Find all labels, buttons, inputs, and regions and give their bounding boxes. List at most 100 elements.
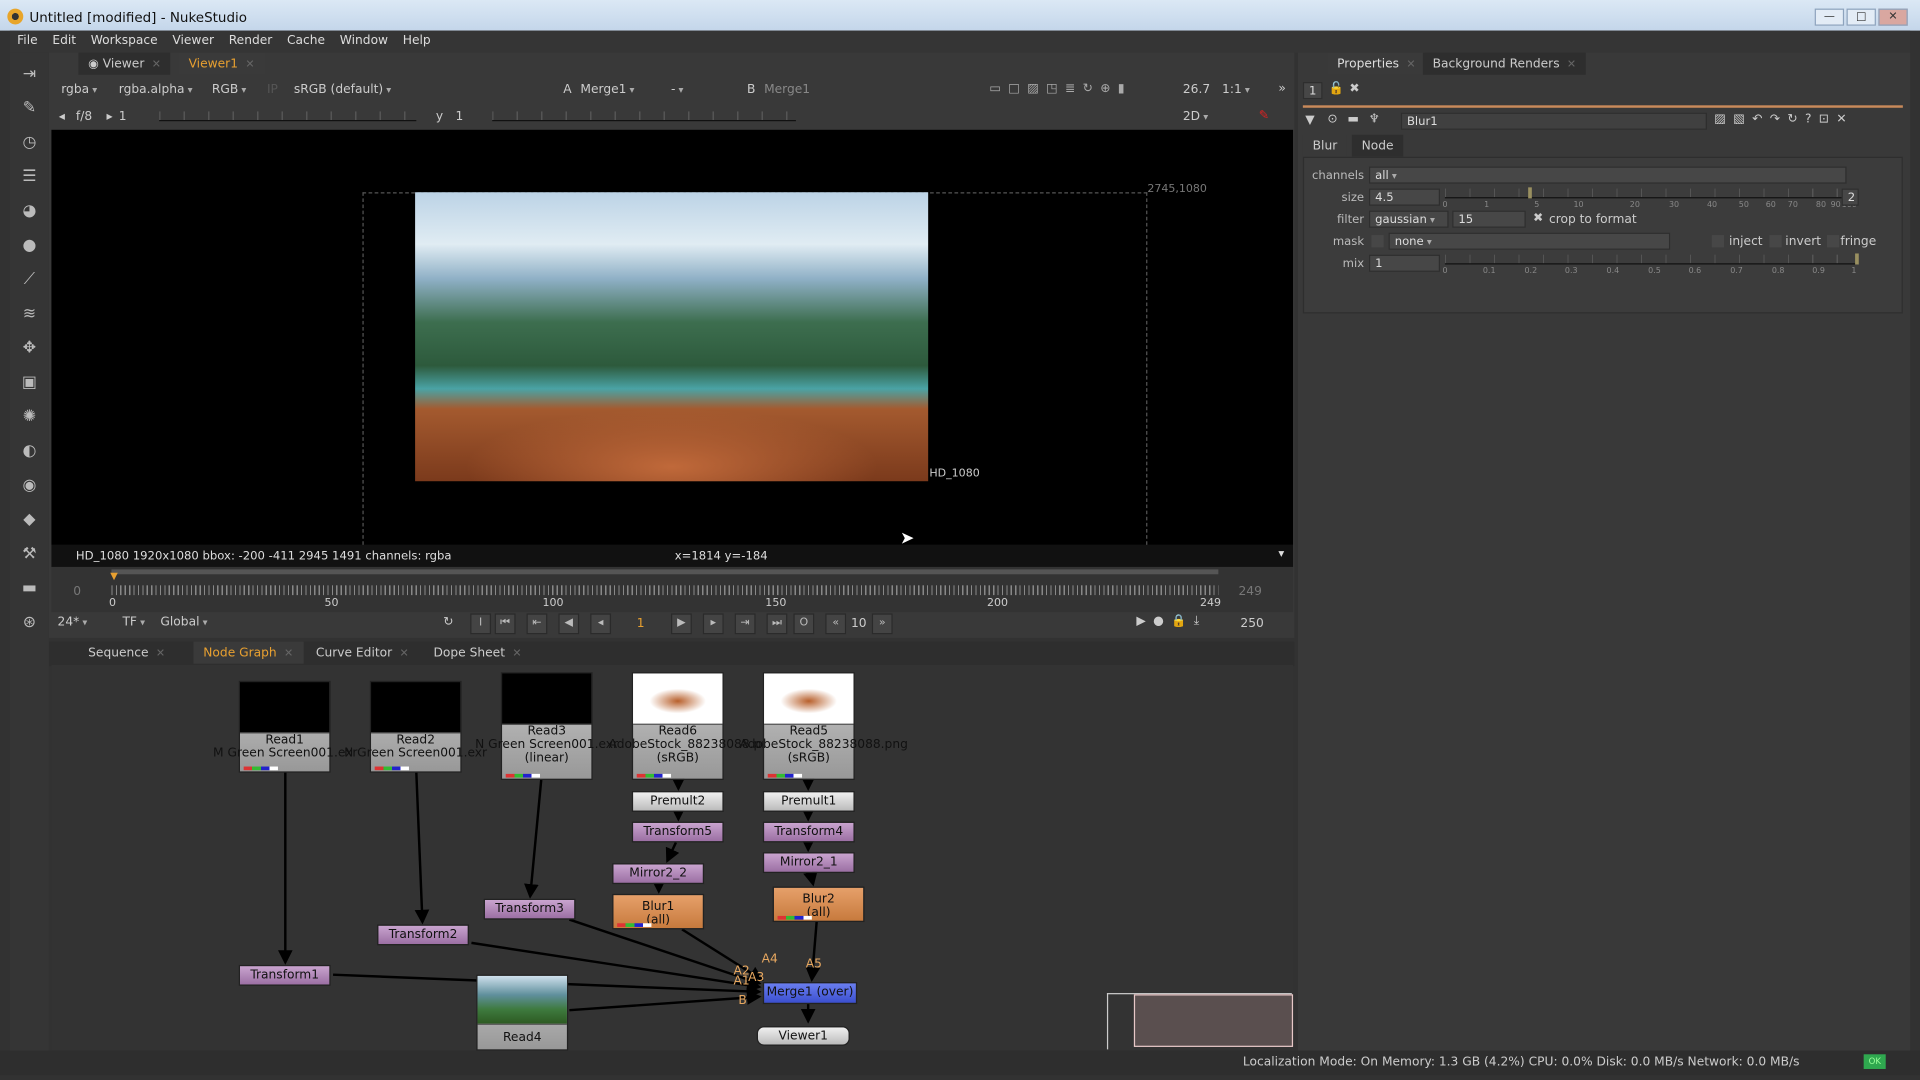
fringe-label: fringe [1840,235,1877,249]
mix-tick-label: 0.5 [1648,265,1661,276]
node-transform3[interactable]: Transform3 [483,898,576,920]
size-field[interactable]: 4.5 [1368,188,1441,206]
edge [524,779,543,899]
mix-slider[interactable] [1444,254,1857,265]
node-read5[interactable]: Read5 AdobeStock_88238088.png (sRGB) [740,672,908,781]
node-premult1[interactable]: Premult1 [762,791,855,812]
node-file: N Green Screen001.exr [475,738,619,752]
mix-field[interactable]: 1 [1368,254,1441,272]
tab-node[interactable]: Node [1351,134,1404,157]
node-name-field[interactable]: Blur1 [1400,112,1707,130]
node-premult2[interactable]: Premult2 [631,791,724,812]
mix-tick-label: 0.8 [1771,265,1785,276]
size-slider-handle[interactable] [1528,187,1532,199]
close-button[interactable]: ✕ [1878,8,1908,26]
tab-label: Properties [1337,57,1400,72]
input-label-b: B [738,994,747,1008]
size-tick-label: 30 [1668,199,1680,210]
mix-tick-label: 0.4 [1606,265,1620,276]
node-transform5[interactable]: Transform5 [631,821,724,843]
minimize-button[interactable]: — [1814,8,1845,26]
max-panels-field[interactable]: 1 [1302,82,1323,100]
size-tick-label: 5 [1534,199,1540,210]
node-read1[interactable]: Read1 M Green Screen001.exr [213,680,357,773]
tab-properties[interactable]: Properties ✕ [1327,52,1426,75]
size-tick-label: 70 [1787,199,1798,210]
node-merge1[interactable]: Merge1 (over) [762,982,858,1005]
filter-dropdown[interactable]: gaussian [1368,210,1449,228]
mask-checkbox[interactable] [1371,235,1384,248]
node-transform1[interactable]: Transform1 [238,964,331,986]
node-file: N Green Screen001.exr [344,746,488,761]
size-dims-button[interactable]: 2 [1841,188,1859,206]
node-file: M Green Screen001.exr [213,746,358,761]
channels-label: channels [1311,168,1365,183]
fringe-checkbox[interactable] [1826,235,1840,248]
edge [414,772,430,925]
node-header-icons[interactable]: ⊙▬♆ [1327,113,1389,126]
close-tab-icon[interactable]: ✕ [1406,59,1415,71]
inject-checkbox[interactable] [1711,235,1725,248]
size-tick-label: 10 [1573,199,1584,210]
clear-panels-icon[interactable]: ✖ [1349,82,1359,95]
mix-tick-label: 0.6 [1688,265,1702,276]
size-tick-label: 90 [1830,199,1841,210]
mix-tick-label: 0 [1442,265,1448,276]
size-tick-label: 1 [1484,199,1490,210]
edge [803,870,818,887]
close-tab-icon[interactable]: ✕ [1567,59,1576,71]
node-file: AdobeStock_88238088.png [739,738,908,752]
node-mirror2-2[interactable]: Mirror2_2 [612,863,705,885]
mix-slider-handle[interactable] [1855,253,1859,265]
lock-icon[interactable]: 🔓 [1329,82,1344,95]
tab-label: Background Renders [1432,57,1560,72]
edge [665,841,680,864]
mask-dropdown[interactable]: none [1388,232,1671,250]
node-label: Read4 [502,1031,542,1045]
node-read6[interactable]: Read6 AdobeStock_88238088.png (sRGB) [609,672,777,781]
node-label: Read5 [789,724,829,739]
node-thumbnail [371,682,461,734]
tab-blur[interactable]: Blur [1302,134,1348,157]
node-colorspace: (sRGB) [787,751,830,766]
node-label: Read6 [658,724,698,739]
minimap-viewport[interactable] [1133,994,1294,1047]
mix-tick-label: 0.9 [1812,265,1825,276]
status-text: Localization Mode: On Memory: 1.3 GB (4.… [1242,1055,1800,1069]
node-label: Blur1 [641,900,675,914]
node-read2[interactable]: Read2 N Green Screen001.exr [344,680,487,773]
node-mirror2-1[interactable]: Mirror2_1 [762,852,855,874]
mix-label: mix [1342,257,1365,271]
input-label-a3: A3 [748,971,765,985]
filter-quality-field[interactable]: 15 [1452,210,1526,228]
node-label: Blur2 [802,892,835,907]
mix-tick-label: 0.3 [1564,265,1578,276]
size-slider[interactable] [1444,188,1849,199]
size-tick-label: 50 [1738,199,1749,210]
node-blur2[interactable]: Blur2 (all) [772,886,865,923]
invert-label: invert [1785,235,1822,249]
navigator-minimap[interactable] [1106,993,1294,1050]
maximize-button[interactable]: □ [1846,8,1876,26]
channels-dropdown[interactable]: all [1368,166,1847,184]
input-label-a4: A4 [761,952,778,967]
node-transform2[interactable]: Transform2 [377,924,469,946]
crop-checkbox[interactable]: ✖ [1533,212,1543,225]
size-tick-label: 20 [1629,199,1640,210]
collapse-icon[interactable]: ▼ [1305,114,1314,127]
node-viewer1[interactable]: Viewer1 [756,1026,850,1046]
inject-label: inject [1728,235,1763,249]
tab-background-renders[interactable]: Background Renders ✕ [1422,52,1586,75]
node-colorspace: (linear) [524,751,569,766]
size-tick-label: 60 [1765,199,1776,210]
filter-label: filter [1337,213,1365,227]
node-read3[interactable]: Read3 N Green Screen001.exr (linear) [475,672,618,781]
node-blur1[interactable]: Blur1 (all) [612,893,705,930]
invert-checkbox[interactable] [1769,235,1782,248]
size-tick-label: 40 [1706,199,1718,210]
node-label: Read1 [265,733,304,747]
node-read4[interactable]: Read4 [476,974,569,1051]
mix-tick-label: 0.2 [1524,265,1538,276]
panel-header-icons[interactable]: ▨▧↶↷↻?⊡✕ [1714,113,1854,126]
node-transform4[interactable]: Transform4 [762,821,855,843]
